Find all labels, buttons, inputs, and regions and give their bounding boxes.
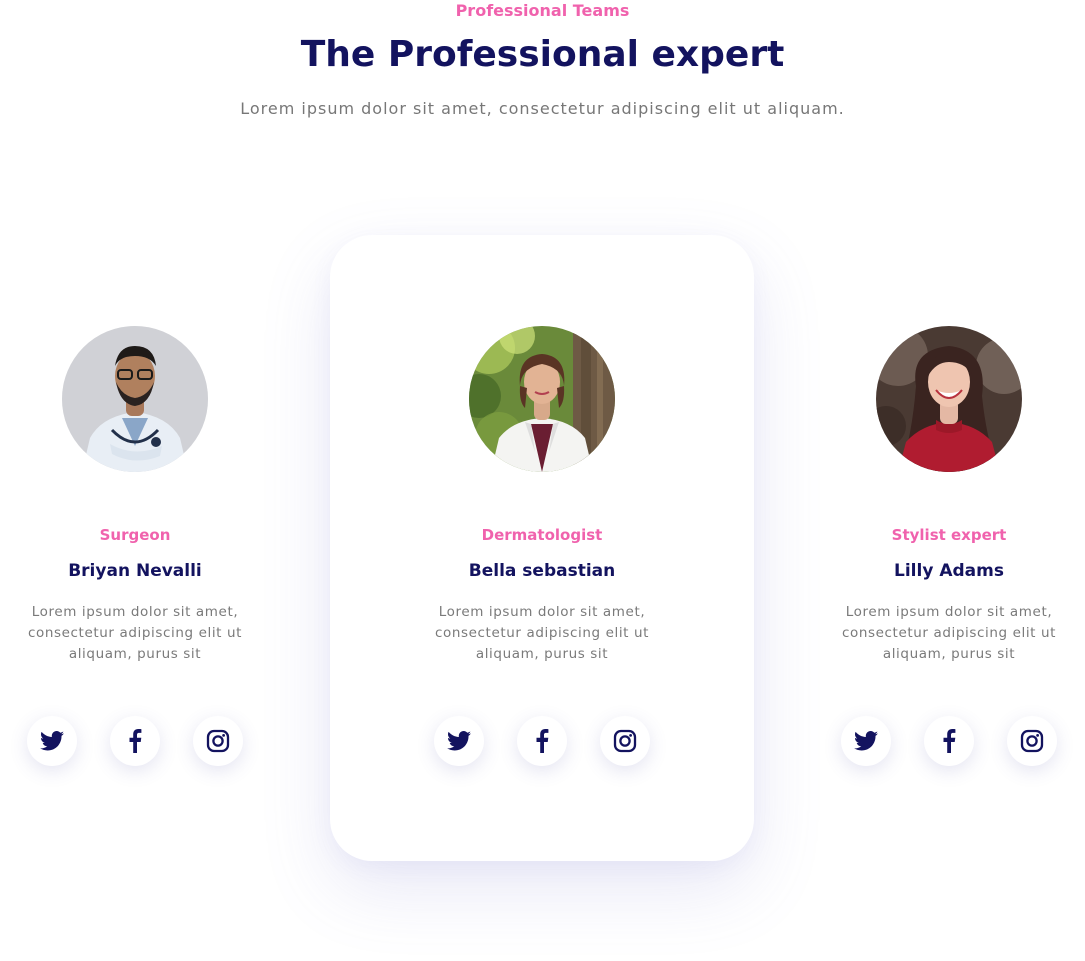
avatar (469, 326, 615, 472)
member-name: Bella sebastian (468, 561, 616, 581)
instagram-button[interactable] (600, 716, 650, 766)
instagram-icon (1020, 729, 1044, 753)
twitter-button[interactable] (841, 716, 891, 766)
avatar (62, 326, 208, 472)
instagram-button[interactable] (193, 716, 243, 766)
facebook-icon (943, 729, 956, 753)
facebook-icon (129, 729, 142, 753)
facebook-button[interactable] (110, 716, 160, 766)
instagram-icon (613, 729, 637, 753)
twitter-button[interactable] (434, 716, 484, 766)
team-member-card: Dermatologist Bella sebastian Lorem ipsu… (407, 0, 677, 961)
facebook-icon (536, 729, 549, 753)
member-name: Lilly Adams (894, 561, 1004, 581)
member-description: Lorem ipsum dolor sit amet, consectetur … (27, 604, 243, 662)
team-section: Professional Teams The Professional expe… (0, 0, 1085, 961)
twitter-icon (447, 731, 471, 751)
facebook-button[interactable] (517, 716, 567, 766)
instagram-button[interactable] (1007, 716, 1057, 766)
member-description: Lorem ipsum dolor sit amet, consectetur … (434, 604, 650, 662)
twitter-icon (40, 731, 64, 751)
member-role: Stylist expert (891, 526, 1007, 544)
team-member-card: Surgeon Briyan Nevalli Lorem ipsum dolor… (0, 0, 270, 961)
twitter-icon (854, 731, 878, 751)
facebook-button[interactable] (924, 716, 974, 766)
twitter-button[interactable] (27, 716, 77, 766)
member-name: Briyan Nevalli (68, 561, 202, 581)
member-role: Surgeon (99, 526, 171, 544)
instagram-icon (206, 729, 230, 753)
avatar (876, 326, 1022, 472)
member-role: Dermatologist (481, 526, 603, 544)
team-member-card: Stylist expert Lilly Adams Lorem ipsum d… (814, 0, 1084, 961)
member-description: Lorem ipsum dolor sit amet, consectetur … (841, 604, 1057, 662)
